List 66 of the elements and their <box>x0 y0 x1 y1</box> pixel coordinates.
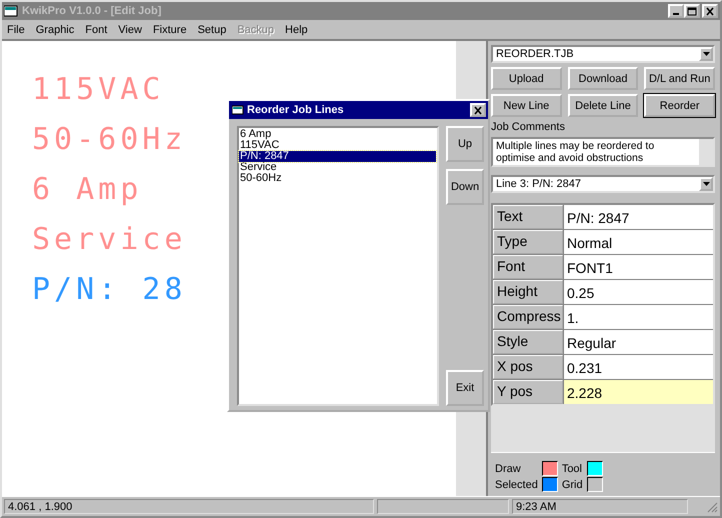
list-item[interactable]: Service <box>239 162 436 173</box>
canvas-text: 6 Amp <box>32 171 142 209</box>
property-name: Height <box>493 280 563 304</box>
dialog-button[interactable]: Exit <box>446 370 484 406</box>
job-file-dropdown[interactable]: REORDER.TJB <box>491 45 715 63</box>
property-name: Text <box>493 205 563 229</box>
menu-item[interactable]: Graphic <box>36 24 74 36</box>
property-value[interactable]: 1. <box>564 305 713 329</box>
scrollbar[interactable] <box>699 139 713 165</box>
property-name: Font <box>493 255 563 279</box>
menu-item[interactable]: Help <box>285 24 308 36</box>
window-title: KwikPro V1.0.0 - [Edit Job] <box>22 5 162 17</box>
legend-label: Selected <box>495 478 538 492</box>
property-name: Y pos <box>493 380 563 404</box>
panel-button[interactable]: New Line <box>491 94 562 117</box>
list-item[interactable]: 6 Amp <box>239 129 436 140</box>
list-item[interactable]: P/N: 2847 <box>239 151 436 162</box>
panel-button[interactable]: Delete Line <box>568 94 638 117</box>
property-value[interactable]: 2.228 <box>564 380 713 404</box>
menu-item[interactable]: Fixture <box>152 24 187 36</box>
menu-item[interactable]: File <box>7 24 25 36</box>
status-time: 9:23 AM <box>512 499 688 514</box>
legend-label: Tool <box>562 462 583 476</box>
property-value[interactable]: 0.231 <box>564 355 713 379</box>
minimize-icon <box>673 13 679 15</box>
menu-item[interactable]: View <box>118 24 142 36</box>
canvas-text: P/N: 28 <box>32 271 186 309</box>
canvas-text: Service <box>32 221 186 259</box>
panel-button[interactable]: Upload <box>491 67 562 90</box>
property-name: Type <box>493 230 563 254</box>
minimize-button[interactable] <box>668 4 684 18</box>
panel-button[interactable]: D/L and Run <box>644 67 715 90</box>
dialog-title: Reorder Job Lines <box>247 104 345 116</box>
maximize-button[interactable] <box>684 4 700 18</box>
resize-grip-icon <box>706 500 718 512</box>
panel-button[interactable]: Download <box>568 67 638 90</box>
maximize-icon <box>687 6 697 16</box>
close-button[interactable] <box>470 103 486 117</box>
close-button[interactable] <box>702 4 718 18</box>
dialog-button[interactable]: Up <box>446 126 484 162</box>
list-item[interactable]: 115VAC <box>239 140 436 151</box>
status-coordinates: 4.061 , 1.900 <box>4 499 374 514</box>
job-comments-field[interactable]: Multiple lines may be reordered to optimise and avoid obstructions <box>491 137 715 167</box>
legend-label: Grid <box>562 478 583 492</box>
job-comments-label: Job Comments <box>491 121 566 135</box>
property-value[interactable]: P/N: 2847 <box>564 205 713 229</box>
window-icon <box>232 105 244 115</box>
canvas-text: 50-60Hz <box>32 121 186 159</box>
window-icon <box>4 5 18 17</box>
property-value[interactable]: Normal <box>564 230 713 254</box>
line-dropdown[interactable]: Line 3: P/N: 2847 <box>491 175 715 193</box>
canvas-text: 115VAC <box>32 71 164 109</box>
menu-item[interactable]: Font <box>85 24 108 36</box>
property-name: Compress <box>493 305 563 329</box>
property-value[interactable]: 0.25 <box>564 280 713 304</box>
list-item[interactable]: 50-60Hz <box>239 173 436 184</box>
property-name: X pos <box>493 355 563 379</box>
property-value[interactable]: FONT1 <box>564 255 713 279</box>
dialog-button[interactable]: Down <box>446 169 484 205</box>
close-icon <box>473 106 483 114</box>
close-icon <box>705 6 715 16</box>
menu-item[interactable]: Setup <box>198 24 226 36</box>
panel-button[interactable]: Reorder <box>644 94 715 117</box>
property-name: Style <box>493 330 563 354</box>
property-value[interactable]: Regular <box>564 330 713 354</box>
legend-label: Draw <box>495 462 522 476</box>
